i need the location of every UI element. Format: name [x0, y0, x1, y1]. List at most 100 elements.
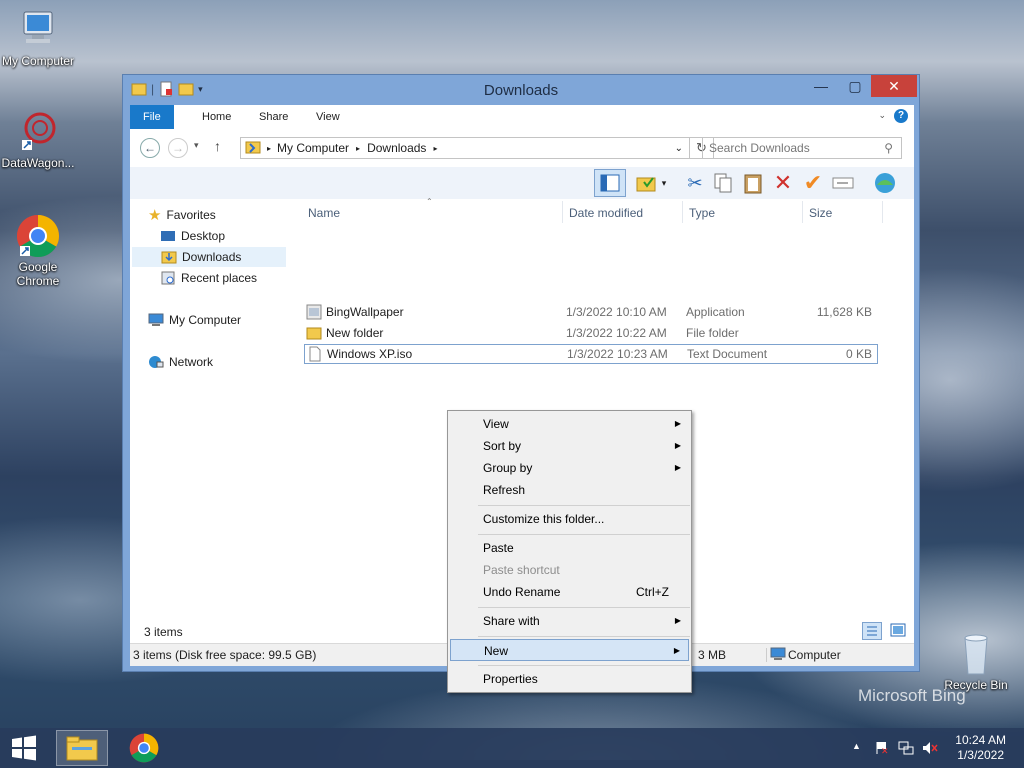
menu-item-label: Group by — [483, 461, 533, 475]
menu-item-label: Refresh — [483, 483, 526, 497]
checkmark-icon[interactable]: ✔ — [800, 170, 826, 195]
tab-view[interactable]: View — [302, 105, 354, 129]
menu-separator — [478, 665, 690, 666]
title-bar[interactable]: | ▾ Downloads — ▢ ✕ — [123, 75, 919, 105]
ribbon-expand-icon[interactable]: ⌄ — [878, 110, 886, 121]
nav-label: Recent places — [181, 271, 258, 285]
table-row[interactable]: BingWallpaper 1/3/2022 10:10 AM Applicat… — [304, 302, 878, 322]
file-size: 11,628 KB — [816, 305, 872, 319]
menu-item-share-with[interactable]: Share with ▶ — [450, 610, 689, 632]
file-name: New folder — [326, 326, 384, 340]
table-row[interactable]: Windows XP.iso 1/3/2022 10:23 AM Text Do… — [304, 344, 878, 364]
submenu-arrow-icon: ▶ — [674, 616, 681, 625]
large-icons-view-icon[interactable] — [890, 623, 906, 640]
table-row[interactable]: New folder 1/3/2022 10:22 AM File folder — [304, 323, 878, 343]
tab-home[interactable]: Home — [188, 105, 245, 129]
submenu-arrow-icon: ▶ — [674, 463, 681, 472]
tab-file[interactable]: File — [130, 105, 174, 129]
menu-item-refresh[interactable]: Refresh — [450, 479, 689, 501]
nav-label: Network — [169, 355, 214, 369]
help-icon[interactable]: ? — [894, 109, 908, 123]
menu-item-group-by[interactable]: Group by ▶ — [450, 457, 689, 479]
desktop-icon-google-chrome[interactable]: Google Chrome — [0, 214, 76, 288]
address-bar[interactable]: ▸ My Computer ▸ Downloads ▸ ⌄ — [240, 137, 690, 159]
menu-item-label: Share with — [483, 614, 540, 628]
tab-share[interactable]: Share — [245, 105, 302, 129]
action-center-icon[interactable]: ✕ — [874, 741, 889, 758]
menu-item-customize-folder[interactable]: Customize this folder... — [450, 508, 689, 530]
minimize-button[interactable]: — — [805, 75, 837, 97]
context-menu: View ▶ Sort by ▶ Group by ▶ Refresh Customi… — [447, 410, 692, 693]
column-header-date[interactable]: Date modified — [569, 203, 643, 223]
menu-item-undo-rename[interactable]: Undo Rename Ctrl+Z — [450, 581, 689, 603]
desktop-icon-datawagon[interactable]: DataWagon... — [0, 110, 76, 170]
select-folder-icon[interactable] — [634, 171, 660, 195]
chevron-down-icon[interactable]: ▾ — [658, 171, 670, 195]
folder-icon — [306, 325, 322, 344]
cut-icon[interactable]: ✂ — [682, 171, 708, 195]
menu-item-view[interactable]: View ▶ — [450, 413, 689, 435]
column-divider[interactable] — [562, 201, 563, 223]
paste-icon[interactable] — [740, 171, 766, 195]
search-input[interactable]: Search Downloads ⚲ — [702, 137, 902, 159]
menu-separator — [478, 636, 690, 637]
taskbar-file-explorer[interactable] — [56, 730, 108, 766]
nav-network[interactable]: Network — [148, 352, 213, 372]
desktop-icon-recycle-bin[interactable]: Recycle Bin — [936, 632, 1016, 692]
desktop-icon-my-computer[interactable]: My Computer — [0, 8, 76, 68]
computer-icon — [770, 647, 786, 664]
menu-item-properties[interactable]: Properties — [450, 668, 689, 690]
details-view-icon[interactable] — [862, 622, 882, 640]
delete-icon[interactable]: ✕ — [770, 170, 796, 195]
breadcrumb-my-computer[interactable]: My Computer — [277, 141, 349, 155]
system-clock[interactable]: 10:24 AM 1/3/2022 — [955, 733, 1006, 763]
menu-item-new[interactable]: New ▶ — [450, 639, 689, 661]
copy-icon[interactable] — [710, 171, 736, 195]
nav-favorites[interactable]: ★ Favorites — [148, 205, 216, 225]
start-button[interactable] — [0, 730, 48, 766]
back-button[interactable]: ← — [140, 138, 160, 158]
forward-button[interactable]: → — [168, 138, 188, 158]
nav-recent-places[interactable]: Recent places — [160, 268, 257, 288]
rename-icon[interactable] — [830, 171, 856, 195]
menu-item-label: Sort by — [483, 439, 522, 453]
column-header-type[interactable]: Type — [689, 203, 715, 223]
column-divider[interactable] — [682, 201, 683, 223]
preview-pane-icon[interactable] — [594, 169, 626, 197]
column-header-size[interactable]: Size — [809, 203, 832, 223]
file-date: 1/3/2022 10:10 AM — [566, 305, 667, 319]
breadcrumb-downloads[interactable]: Downloads — [367, 141, 426, 155]
location-status: Computer — [788, 648, 841, 662]
show-hidden-icons-icon[interactable]: ▲ — [852, 741, 861, 751]
size-status: 3 MB — [698, 648, 727, 662]
nav-my-computer[interactable]: My Computer — [148, 310, 241, 330]
nav-desktop[interactable]: Desktop — [160, 226, 225, 246]
column-header-name[interactable]: Name — [308, 203, 340, 223]
nav-downloads[interactable]: Downloads — [132, 247, 286, 267]
breadcrumb-separator-icon: ▸ — [433, 143, 438, 153]
menu-item-label: Paste — [483, 541, 514, 555]
menu-item-paste[interactable]: Paste — [450, 537, 689, 559]
menu-item-sort-by[interactable]: Sort by ▶ — [450, 435, 689, 457]
up-button[interactable]: ↑ — [214, 138, 221, 154]
menu-item-label: New — [484, 644, 509, 658]
disk-free-status: 3 items (Disk free space: 99.5 GB) — [133, 648, 317, 662]
column-divider[interactable] — [802, 201, 803, 223]
recent-locations-icon[interactable]: ▾ — [194, 140, 199, 151]
menu-item-paste-shortcut[interactable]: Paste shortcut — [450, 559, 689, 581]
address-dropdown-icon[interactable]: ⌄ — [675, 143, 683, 154]
maximize-button[interactable]: ▢ — [839, 75, 871, 97]
network-status-icon[interactable] — [898, 741, 914, 758]
volume-muted-icon[interactable] — [922, 741, 938, 758]
taskbar-chrome[interactable] — [118, 730, 170, 766]
globe-icon[interactable] — [870, 171, 900, 195]
taskbar: ▲ ✕ 10:24 AM 1/3/2022 — [0, 728, 1024, 768]
breadcrumb-separator-icon: ▸ — [356, 143, 361, 153]
window-title: Downloads — [483, 82, 559, 99]
bing-watermark: Microsoft Bing — [858, 686, 966, 705]
close-button[interactable]: ✕ — [871, 75, 917, 97]
search-icon[interactable]: ⚲ — [884, 141, 893, 155]
column-divider[interactable] — [882, 201, 883, 223]
desktop-icon-label: DataWagon... — [1, 156, 75, 170]
file-size: 0 KB — [845, 347, 872, 361]
